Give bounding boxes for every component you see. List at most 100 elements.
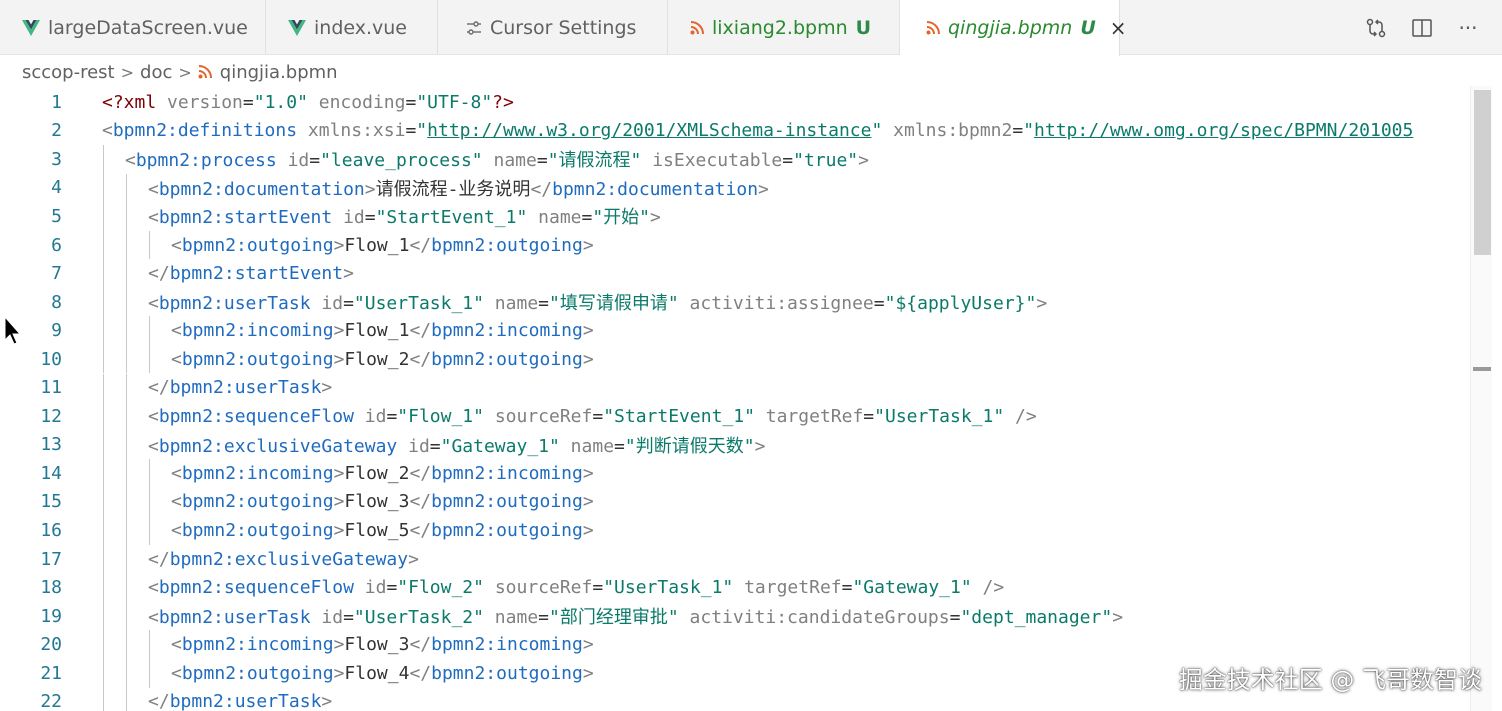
code-line[interactable]: 7 </bpmn2:startEvent>	[0, 259, 1490, 288]
indent-guide	[103, 287, 104, 317]
indent-guide	[126, 173, 127, 203]
code-text: <bpmn2:definitions xmlns:xsi="http://www…	[102, 120, 1413, 141]
code-line[interactable]: 2 <bpmn2:definitions xmlns:xsi="http://ww…	[0, 117, 1490, 146]
line-number: 16	[40, 520, 62, 542]
token-str: "部门经理审批"	[549, 607, 679, 629]
indent-guide	[126, 316, 127, 345]
token-br: >	[754, 435, 766, 457]
token-attr: encoding	[307, 91, 406, 113]
code-line[interactable]: 13 <bpmn2:exclusiveGateway id="Gateway_1"…	[0, 430, 1490, 460]
tab-label: lixiang2.bpmn	[712, 16, 848, 39]
code-text: <bpmn2:sequenceFlow id="Flow_1" sourceRe…	[148, 406, 1037, 427]
token-br: </	[409, 520, 432, 542]
vertical-scrollbar[interactable]	[1470, 86, 1492, 711]
token-tag: bpmn2:outgoing	[431, 491, 583, 513]
token-br: >	[1112, 607, 1124, 629]
vue-icon	[22, 19, 40, 36]
line-number: 8	[51, 291, 62, 313]
close-tab-icon[interactable]: ×	[1110, 16, 1127, 40]
token-str: "Gateway_1"	[440, 435, 560, 457]
token-attr: sourceRef	[483, 577, 593, 599]
code-line[interactable]: 10 <bpmn2:outgoing>Flow_2</bpmn2:outgoing…	[0, 344, 1490, 374]
token-br: >	[582, 320, 594, 342]
rss-icon	[690, 20, 704, 35]
tab-qingjia-bpmn[interactable]: qingjia.bpmn U ×	[900, 0, 1127, 56]
token-br: >	[343, 263, 354, 285]
split-editor-icon[interactable]	[1410, 16, 1434, 40]
tab-cursor-settings[interactable]: Cursor Settings	[438, 0, 668, 55]
token-br: />	[971, 577, 1005, 599]
tab-index-vue[interactable]: index.vue	[266, 0, 438, 55]
token-br: >	[408, 548, 419, 570]
token-tag: bpmn2:definitions	[112, 120, 298, 142]
token-attr: isExecutable	[641, 150, 783, 172]
indent-guide	[126, 573, 127, 602]
indent-guide	[103, 544, 104, 574]
token-str: "UserTask_1"	[874, 405, 1005, 427]
code-line[interactable]: 12 <bpmn2:sequenceFlow id="Flow_1" source…	[0, 402, 1490, 431]
line-number: 13	[40, 434, 62, 456]
code-line[interactable]: 9 <bpmn2:incoming>Flow_1</bpmn2:incoming>	[0, 316, 1490, 345]
token-attr: id	[353, 577, 387, 599]
token-tag: bpmn2:incoming	[181, 634, 334, 656]
code-line[interactable]: 5 <bpmn2:startEvent id="StartEvent_1" nam…	[0, 202, 1490, 231]
token-br: >	[333, 634, 345, 656]
token-br: <	[171, 491, 182, 513]
token-br: <	[171, 462, 182, 484]
code-line[interactable]: 6 <bpmn2:outgoing>Flow_1</bpmn2:outgoing>	[0, 230, 1490, 260]
indent-guide	[103, 430, 104, 460]
code-line[interactable]: 19 <bpmn2:userTask id="UserTask_2" name="…	[0, 601, 1490, 631]
source-control-compare-icon[interactable]	[1364, 16, 1388, 40]
indent-guide	[126, 601, 127, 631]
tab-lixiang2-bpmn[interactable]: lixiang2.bpmn U	[668, 0, 900, 55]
code-text: <bpmn2:startEvent id="StartEvent_1" name…	[148, 203, 661, 229]
tab-label: qingjia.bpmn	[948, 17, 1073, 39]
code-line[interactable]: 4 <bpmn2:documentation>请假流程-业务说明</bpmn2:d…	[0, 173, 1490, 203]
code-line[interactable]: 20 <bpmn2:incoming>Flow_3</bpmn2:incoming…	[0, 630, 1490, 659]
indent-guide	[149, 459, 150, 488]
token-br: </	[148, 263, 170, 285]
token-txt: Flow_3	[344, 491, 410, 513]
token-str: "${applyUser}"	[884, 293, 1037, 315]
token-txt: 请假流程-业务说明	[375, 178, 531, 200]
code-text: <bpmn2:process id="leave_process" name="…	[125, 146, 869, 172]
code-line[interactable]: 11 </bpmn2:userTask>	[0, 373, 1490, 403]
token-attr: id	[310, 293, 344, 315]
line-number: 4	[51, 177, 62, 199]
breadcrumb-folder[interactable]: doc	[140, 62, 172, 83]
breadcrumb-file[interactable]: qingjia.bpmn	[220, 62, 338, 83]
code-line[interactable]: 14 <bpmn2:incoming>Flow_2</bpmn2:incoming…	[0, 459, 1490, 488]
token-tag: bpmn2:userTask	[169, 691, 322, 711]
token-br: <	[148, 293, 159, 315]
breadcrumb-root[interactable]: sccop-rest	[22, 62, 115, 83]
line-number: 5	[51, 205, 62, 227]
code-text: <bpmn2:incoming>Flow_3</bpmn2:incoming>	[171, 634, 594, 655]
token-attr: name	[483, 293, 539, 315]
code-line[interactable]: 3 <bpmn2:process id="leave_process" name=…	[0, 145, 1490, 174]
token-pi: ?>	[492, 91, 514, 113]
code-line[interactable]: 1 <?xml version="1.0" encoding="UTF-8"?>	[0, 88, 1490, 117]
scrollbar-thumb[interactable]	[1474, 90, 1491, 255]
more-actions-icon[interactable]: ···	[1456, 16, 1480, 40]
code-line[interactable]: 15 <bpmn2:outgoing>Flow_3</bpmn2:outgoing…	[0, 487, 1490, 517]
code-line[interactable]: 16 <bpmn2:outgoing>Flow_5</bpmn2:outgoing…	[0, 516, 1490, 545]
token-str: "判断请假天数"	[624, 435, 755, 457]
code-line[interactable]: 8 <bpmn2:userTask id="UserTask_1" name="填…	[0, 287, 1490, 317]
token-url: http://www.w3.org/2001/XMLSchema-instanc…	[427, 120, 872, 142]
code-line[interactable]: 18 <bpmn2:sequenceFlow id="Flow_2" source…	[0, 573, 1490, 602]
line-number: 15	[40, 491, 62, 513]
line-number: 18	[40, 577, 62, 599]
token-attr: sourceRef	[483, 405, 593, 427]
code-editor[interactable]: 1 <?xml version="1.0" encoding="UTF-8"?> 2…	[0, 86, 1490, 711]
token-eq: =	[536, 150, 548, 172]
code-text: <bpmn2:outgoing>Flow_2</bpmn2:outgoing>	[171, 349, 594, 370]
token-eq: =	[429, 435, 441, 457]
vue-icon	[288, 19, 306, 36]
indent-guide	[126, 287, 127, 317]
code-line[interactable]: 17 </bpmn2:exclusiveGateway>	[0, 544, 1490, 574]
token-eq: =	[1012, 120, 1024, 142]
token-tag: bpmn2:outgoing	[181, 491, 334, 513]
token-br: >	[333, 234, 345, 256]
indent-guide	[126, 430, 127, 460]
tab-largedatascreen-vue[interactable]: largeDataScreen.vue	[0, 0, 266, 55]
